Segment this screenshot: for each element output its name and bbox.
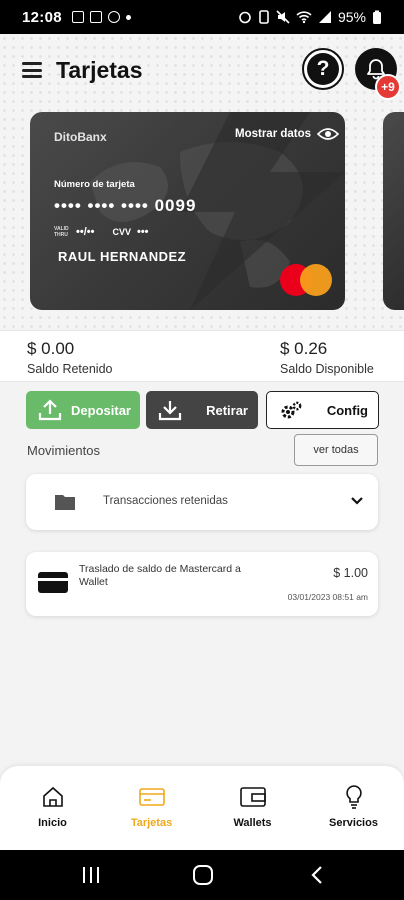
message-icon — [89, 11, 102, 23]
dot-icon — [125, 14, 131, 20]
gallery-icon — [71, 11, 84, 23]
mastercard-logo — [278, 262, 334, 298]
nav-item-servicios[interactable]: Servicios — [303, 766, 404, 850]
mute-icon — [276, 10, 290, 24]
credit-card[interactable]: DitoBanx Mostrar datos Número de tarjeta… — [30, 112, 345, 310]
retained-transactions-label: Transacciones retenidas — [103, 495, 228, 507]
nav-label-tarjetas: Tarjetas — [130, 817, 173, 829]
retained-balance: $ 0.00 Saldo Retenido — [27, 339, 112, 376]
help-icon: ? — [307, 53, 339, 85]
home-icon — [42, 786, 63, 807]
nav-item-wallets[interactable]: Wallets — [202, 766, 303, 850]
next-card-peek[interactable] — [383, 112, 404, 310]
lightbulb-icon — [345, 785, 362, 809]
battery-icon — [373, 10, 381, 24]
deposit-button[interactable]: Depositar — [26, 391, 140, 429]
help-button[interactable]: ? — [302, 48, 344, 90]
status-notification-icons — [71, 11, 131, 23]
see-all-button[interactable]: ver todas — [294, 434, 378, 466]
recent-apps-icon[interactable] — [81, 866, 101, 884]
show-data-label: Mostrar datos — [235, 128, 312, 140]
menu-icon[interactable] — [22, 62, 42, 78]
download-icon — [158, 401, 182, 421]
gears-icon — [281, 401, 302, 419]
card-number-label: Número de tarjeta — [54, 179, 135, 190]
battery-percent: 95% — [337, 9, 366, 25]
transaction-date: 03/01/2023 08:51 am — [287, 592, 368, 602]
page-title: Tarjetas — [56, 56, 143, 83]
card-expiry: ••/•• — [76, 226, 95, 238]
transaction-amount: $ 1.00 — [333, 566, 368, 580]
nav-label-inicio: Inicio — [38, 817, 67, 829]
status-time: 12:08 — [22, 8, 62, 26]
cvv-label: CVV — [112, 227, 131, 237]
movements-title: Movimientos — [27, 443, 100, 458]
withdraw-button[interactable]: Retirar — [146, 391, 258, 429]
retained-amount: $ 0.00 — [27, 339, 75, 358]
upload-icon — [38, 399, 62, 421]
nav-item-inicio[interactable]: Inicio — [2, 766, 103, 850]
back-icon[interactable] — [310, 865, 324, 885]
transaction-description: Traslado de saldo de Mastercard a Wallet — [79, 563, 241, 588]
status-system-icons: 95% — [238, 9, 382, 25]
eye-icon — [317, 128, 340, 140]
available-amount: $ 0.26 — [280, 339, 328, 358]
folder-icon — [55, 495, 75, 510]
card-holder: RAUL HERNANDEZ — [58, 249, 187, 264]
bottom-navigation: Inicio Tarjetas Wallets Servicios — [0, 766, 404, 850]
bank-name: DitoBanx — [54, 130, 107, 144]
card-number: •••• •••• •••• 0099 — [54, 196, 197, 215]
card-validity: VALID THRU ••/•• CVV ••• — [54, 226, 149, 238]
available-label: Saldo Disponible — [280, 362, 374, 376]
deposit-label: Depositar — [71, 402, 131, 418]
card-cvv: ••• — [136, 226, 149, 238]
status-bar: 12:08 95% — [0, 0, 404, 34]
balances-panel: $ 0.00 Saldo Retenido $ 0.26 Saldo Dispo… — [0, 330, 404, 382]
nav-label-servicios: Servicios — [329, 817, 378, 829]
signal-icon — [318, 11, 331, 23]
retained-transactions-dropdown[interactable]: Transacciones retenidas — [26, 474, 378, 530]
transaction-row[interactable]: Traslado de saldo de Mastercard a Wallet… — [26, 552, 378, 616]
app-header: Tarjetas ? +9 — [0, 34, 404, 106]
config-button[interactable]: Config — [266, 391, 379, 429]
retained-label: Saldo Retenido — [27, 362, 113, 376]
home-button-icon[interactable] — [192, 864, 214, 886]
system-navigation-bar — [0, 850, 404, 900]
wallet-icon — [239, 787, 266, 807]
nav-label-wallets: Wallets — [233, 817, 272, 829]
show-data-toggle[interactable]: Mostrar datos — [235, 127, 340, 141]
vibrate-icon — [259, 10, 269, 24]
nav-item-tarjetas[interactable]: Tarjetas — [101, 766, 202, 850]
available-balance: $ 0.26 Saldo Disponible — [280, 339, 374, 376]
card-icon — [38, 572, 68, 593]
card-icon — [138, 788, 165, 806]
chevron-down-icon — [351, 497, 363, 505]
notification-badge: +9 — [375, 74, 401, 100]
withdraw-label: Retirar — [206, 402, 248, 418]
alarm-icon — [239, 11, 251, 24]
config-label: Config — [326, 402, 368, 418]
block-icon — [107, 11, 120, 23]
valid-thru-label: VALID THRU — [54, 226, 69, 238]
wifi-icon — [296, 11, 312, 24]
